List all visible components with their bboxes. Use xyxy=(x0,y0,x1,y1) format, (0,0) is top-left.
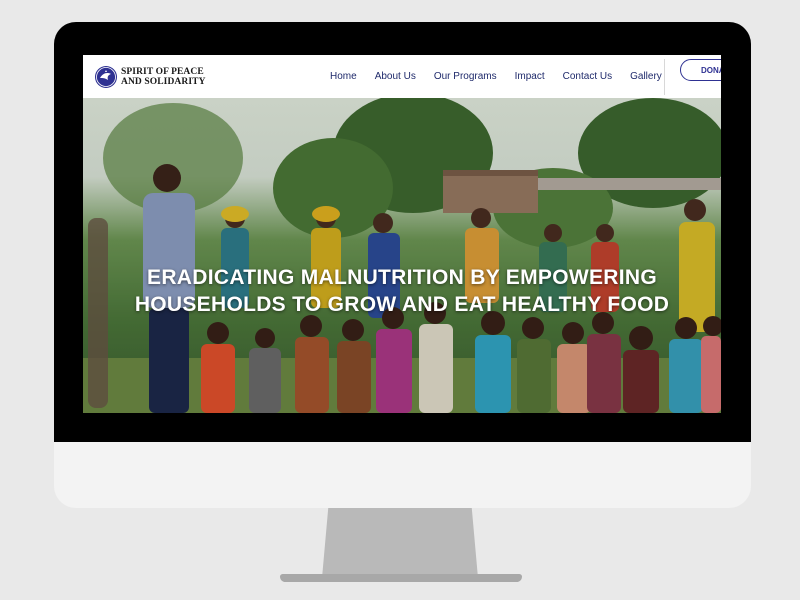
monitor-chin xyxy=(54,442,751,508)
hero-title: ERADICATING MALNUTRITION BY EMPOWERING H… xyxy=(83,264,721,318)
nav-our-programs[interactable]: Our Programs xyxy=(434,71,497,82)
site-header: SPIRIT OF PEACE AND SOLIDARITY Home Abou… xyxy=(83,55,721,98)
nav-about-us[interactable]: About Us xyxy=(375,71,416,82)
monitor-stand xyxy=(322,508,478,578)
hero-photo xyxy=(83,98,721,413)
nav-home[interactable]: Home xyxy=(330,71,357,82)
hero-banner: ERADICATING MALNUTRITION BY EMPOWERING H… xyxy=(83,98,721,413)
monitor-base xyxy=(280,574,522,582)
hero-title-line-1: ERADICATING MALNUTRITION BY EMPOWERING xyxy=(147,266,657,289)
dove-logo-icon xyxy=(95,65,117,88)
nav-impact[interactable]: Impact xyxy=(515,71,545,82)
logo-text: SPIRIT OF PEACE AND SOLIDARITY xyxy=(121,67,206,87)
website-screen: SPIRIT OF PEACE AND SOLIDARITY Home Abou… xyxy=(83,55,721,413)
logo-line-2: AND SOLIDARITY xyxy=(121,76,206,87)
nav-contact-us[interactable]: Contact Us xyxy=(563,71,612,82)
nav-gallery[interactable]: Gallery xyxy=(630,71,662,82)
hero-title-line-2: HOUSEHOLDS TO GROW AND EAT HEALTHY FOOD xyxy=(134,293,670,316)
main-nav: Home About Us Our Programs Impact Contac… xyxy=(330,71,662,82)
site-logo[interactable]: SPIRIT OF PEACE AND SOLIDARITY xyxy=(95,65,295,88)
nav-divider xyxy=(664,59,665,95)
donate-button[interactable]: DONA xyxy=(680,59,721,81)
logo-line-1: SPIRIT OF PEACE xyxy=(121,66,204,77)
